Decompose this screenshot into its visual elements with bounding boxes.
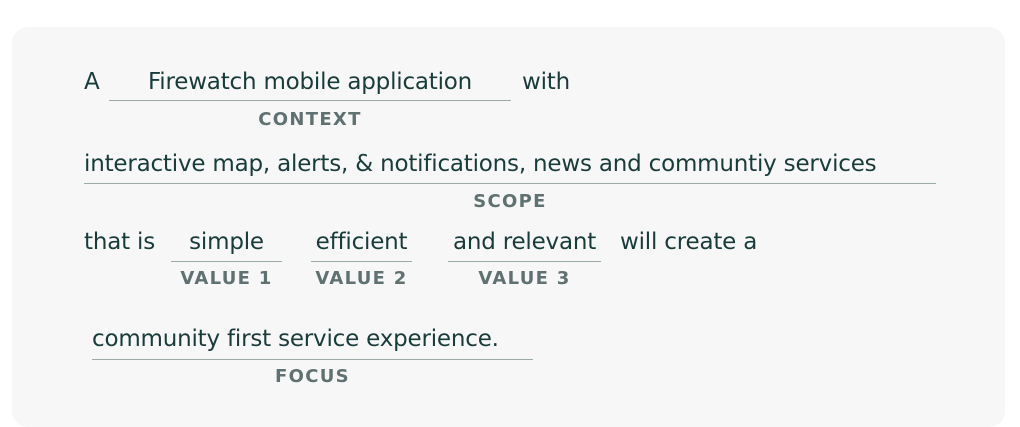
statement-prefix-a: A xyxy=(84,69,100,95)
value1-label: VALUE 1 xyxy=(180,268,273,289)
scope-field[interactable]: interactive map, alerts, & notifications… xyxy=(84,150,936,184)
value2-field[interactable]: efficient xyxy=(311,228,412,262)
value2-label: VALUE 2 xyxy=(315,268,408,289)
context-field[interactable]: Firewatch mobile application xyxy=(109,68,511,101)
scope-label: SCOPE xyxy=(473,191,547,212)
context-label: CONTEXT xyxy=(258,109,362,130)
focus-label: FOCUS xyxy=(275,366,350,387)
value3-label: VALUE 3 xyxy=(478,268,571,289)
statement-with: with xyxy=(522,69,570,95)
statement-will-create-a: will create a xyxy=(620,229,758,255)
statement-that-is: that is xyxy=(84,229,155,255)
focus-field[interactable]: community first service experience. xyxy=(92,325,533,360)
value3-field[interactable]: and relevant xyxy=(448,228,601,262)
value1-field[interactable]: simple xyxy=(171,228,282,262)
